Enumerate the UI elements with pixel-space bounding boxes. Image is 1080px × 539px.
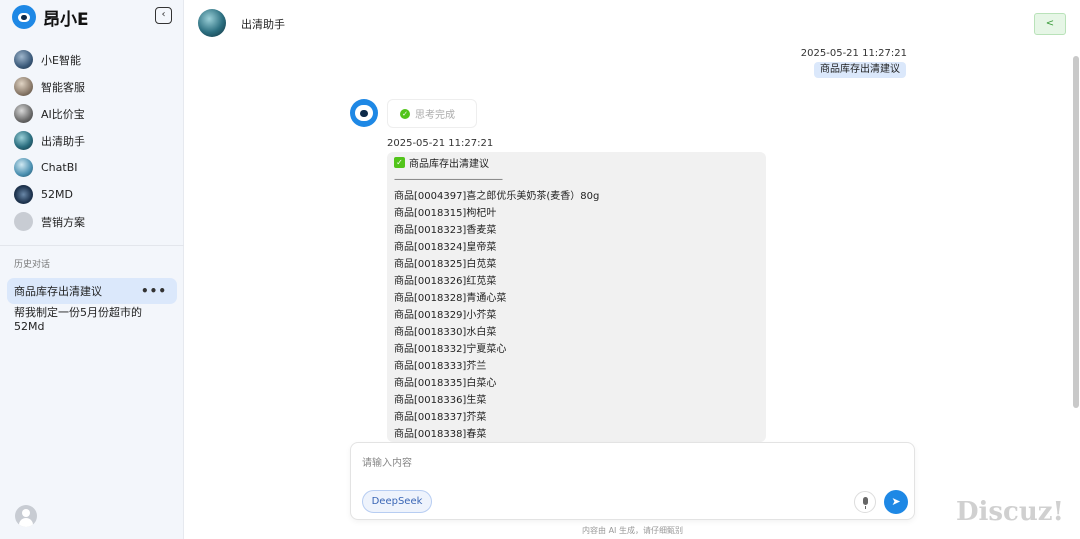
chat-input[interactable]: 请输入内容	[362, 454, 412, 469]
list-item: 商品[0018332]宁夏菜心	[394, 344, 507, 355]
scrollbar[interactable]	[1073, 56, 1079, 408]
sidebar-collapse-button[interactable]: ‹	[155, 7, 172, 24]
agent-avatar-icon	[198, 9, 226, 37]
footer-note: 内容由 AI 生成，请仔细甄别	[582, 526, 683, 535]
thinking-status[interactable]: ✓ 思考完成	[387, 99, 477, 128]
agent-avatar-icon	[14, 104, 33, 123]
sidebar-item-label: 出清助手	[41, 134, 85, 148]
agent-avatar-icon	[14, 185, 33, 204]
agent-avatar-icon	[14, 50, 33, 69]
list-item: 商品[0018335]白菜心	[394, 378, 497, 389]
sidebar: 昂小E ‹ 小E智能 智能客服 AI比价宝 出清助手 ChatBI 52MD 营…	[0, 0, 184, 539]
bot-message-time: 2025-05-21 11:27:21	[387, 138, 494, 149]
history-item[interactable]: 帮我制定一份5月份超市的52Md	[7, 305, 177, 333]
list-item: 商品[0018326]红苋菜	[394, 276, 497, 287]
list-item: 商品[0018328]青通心菜	[394, 293, 507, 304]
history-item-label: 商品库存出清建议	[14, 285, 102, 298]
bot-avatar-icon	[350, 99, 378, 127]
sidebar-item-price-compare[interactable]: AI比价宝	[14, 100, 174, 127]
sidebar-nav: 小E智能 智能客服 AI比价宝 出清助手 ChatBI 52MD 营销方案	[14, 46, 174, 235]
history-list: 商品库存出清建议 ••• 帮我制定一份5月份超市的52Md	[7, 278, 177, 333]
history-title: 历史对话	[14, 260, 51, 270]
list-item: 商品[0018329]小芥菜	[394, 310, 497, 321]
microphone-icon[interactable]	[854, 491, 876, 513]
chat-header: 出清助手 <	[185, 0, 1080, 44]
sidebar-item-label: 52MD	[41, 188, 73, 201]
sidebar-item-label: 小E智能	[41, 53, 81, 67]
panel-collapse-icon: ‹	[161, 9, 166, 20]
user-message: 商品库存出清建议	[814, 62, 906, 78]
more-icon[interactable]: •••	[141, 284, 167, 298]
sidebar-item-marketing[interactable]: 营销方案	[14, 208, 174, 235]
agent-avatar-icon	[14, 212, 33, 231]
send-button[interactable]: ➤	[884, 490, 908, 514]
brand[interactable]: 昂小E	[12, 4, 89, 30]
sidebar-item-label: 智能客服	[41, 80, 85, 94]
thinking-label: 思考完成	[415, 110, 455, 121]
user-message-time: 2025-05-21 11:27:21	[800, 48, 907, 59]
history-item[interactable]: 商品库存出清建议 •••	[7, 278, 177, 304]
sidebar-item-customer-service[interactable]: 智能客服	[14, 73, 174, 100]
model-select-button[interactable]: DeepSeek	[362, 490, 432, 513]
sidebar-item-xiaoe[interactable]: 小E智能	[14, 46, 174, 73]
user-avatar[interactable]	[15, 505, 37, 527]
bot-heading-text: 商品库存出清建议	[409, 159, 489, 170]
list-item: 商品[0018324]皇帝菜	[394, 242, 497, 253]
brand-logo-icon	[12, 5, 36, 29]
chat-input-box[interactable]: 请输入内容 DeepSeek ➤	[350, 442, 915, 520]
history-item-label: 帮我制定一份5月份超市的52Md	[14, 305, 142, 333]
checkbox-check-icon: ✓	[394, 157, 405, 168]
share-button[interactable]: <	[1034, 13, 1066, 35]
share-icon: <	[1045, 18, 1055, 29]
check-circle-icon: ✓	[400, 108, 410, 119]
sidebar-item-clearance[interactable]: 出清助手	[14, 127, 174, 154]
list-item: 商品[0018336]生菜	[394, 395, 487, 406]
sidebar-item-chatbi[interactable]: ChatBI	[14, 154, 174, 181]
list-item: 商品[0018330]水白菜	[394, 327, 497, 338]
sidebar-item-52md[interactable]: 52MD	[14, 181, 174, 208]
list-item: 商品[0018325]白苋菜	[394, 259, 497, 270]
page-title: 出清助手	[241, 18, 285, 31]
bot-message-heading: ✓ 商品库存出清建议	[394, 154, 759, 171]
send-icon: ➤	[891, 495, 901, 508]
sidebar-item-label: ChatBI	[41, 161, 78, 174]
list-item: 商品[0018333]芥兰	[394, 361, 487, 372]
list-item: 商品[0018337]芥菜	[394, 412, 487, 423]
sidebar-divider	[0, 245, 184, 246]
list-item: 商品[0018323]香麦菜	[394, 225, 497, 236]
list-item: 商品[0018338]春菜	[394, 429, 487, 440]
agent-avatar-icon	[14, 77, 33, 96]
agent-avatar-icon	[14, 131, 33, 150]
bot-separator: ————————————	[394, 174, 503, 185]
bot-message: ✓ 商品库存出清建议 ———————————— 商品[0004397]喜之郎优乐…	[387, 152, 766, 442]
agent-avatar-icon	[14, 158, 33, 177]
list-item: 商品[0004397]喜之郎优乐美奶茶(麦香）80g	[394, 191, 600, 202]
brand-title: 昂小E	[43, 9, 89, 30]
watermark: Discuz!	[956, 497, 1064, 527]
list-item: 商品[0018315]枸杞叶	[394, 208, 497, 219]
sidebar-item-label: 营销方案	[41, 215, 85, 229]
sidebar-item-label: AI比价宝	[41, 107, 85, 121]
